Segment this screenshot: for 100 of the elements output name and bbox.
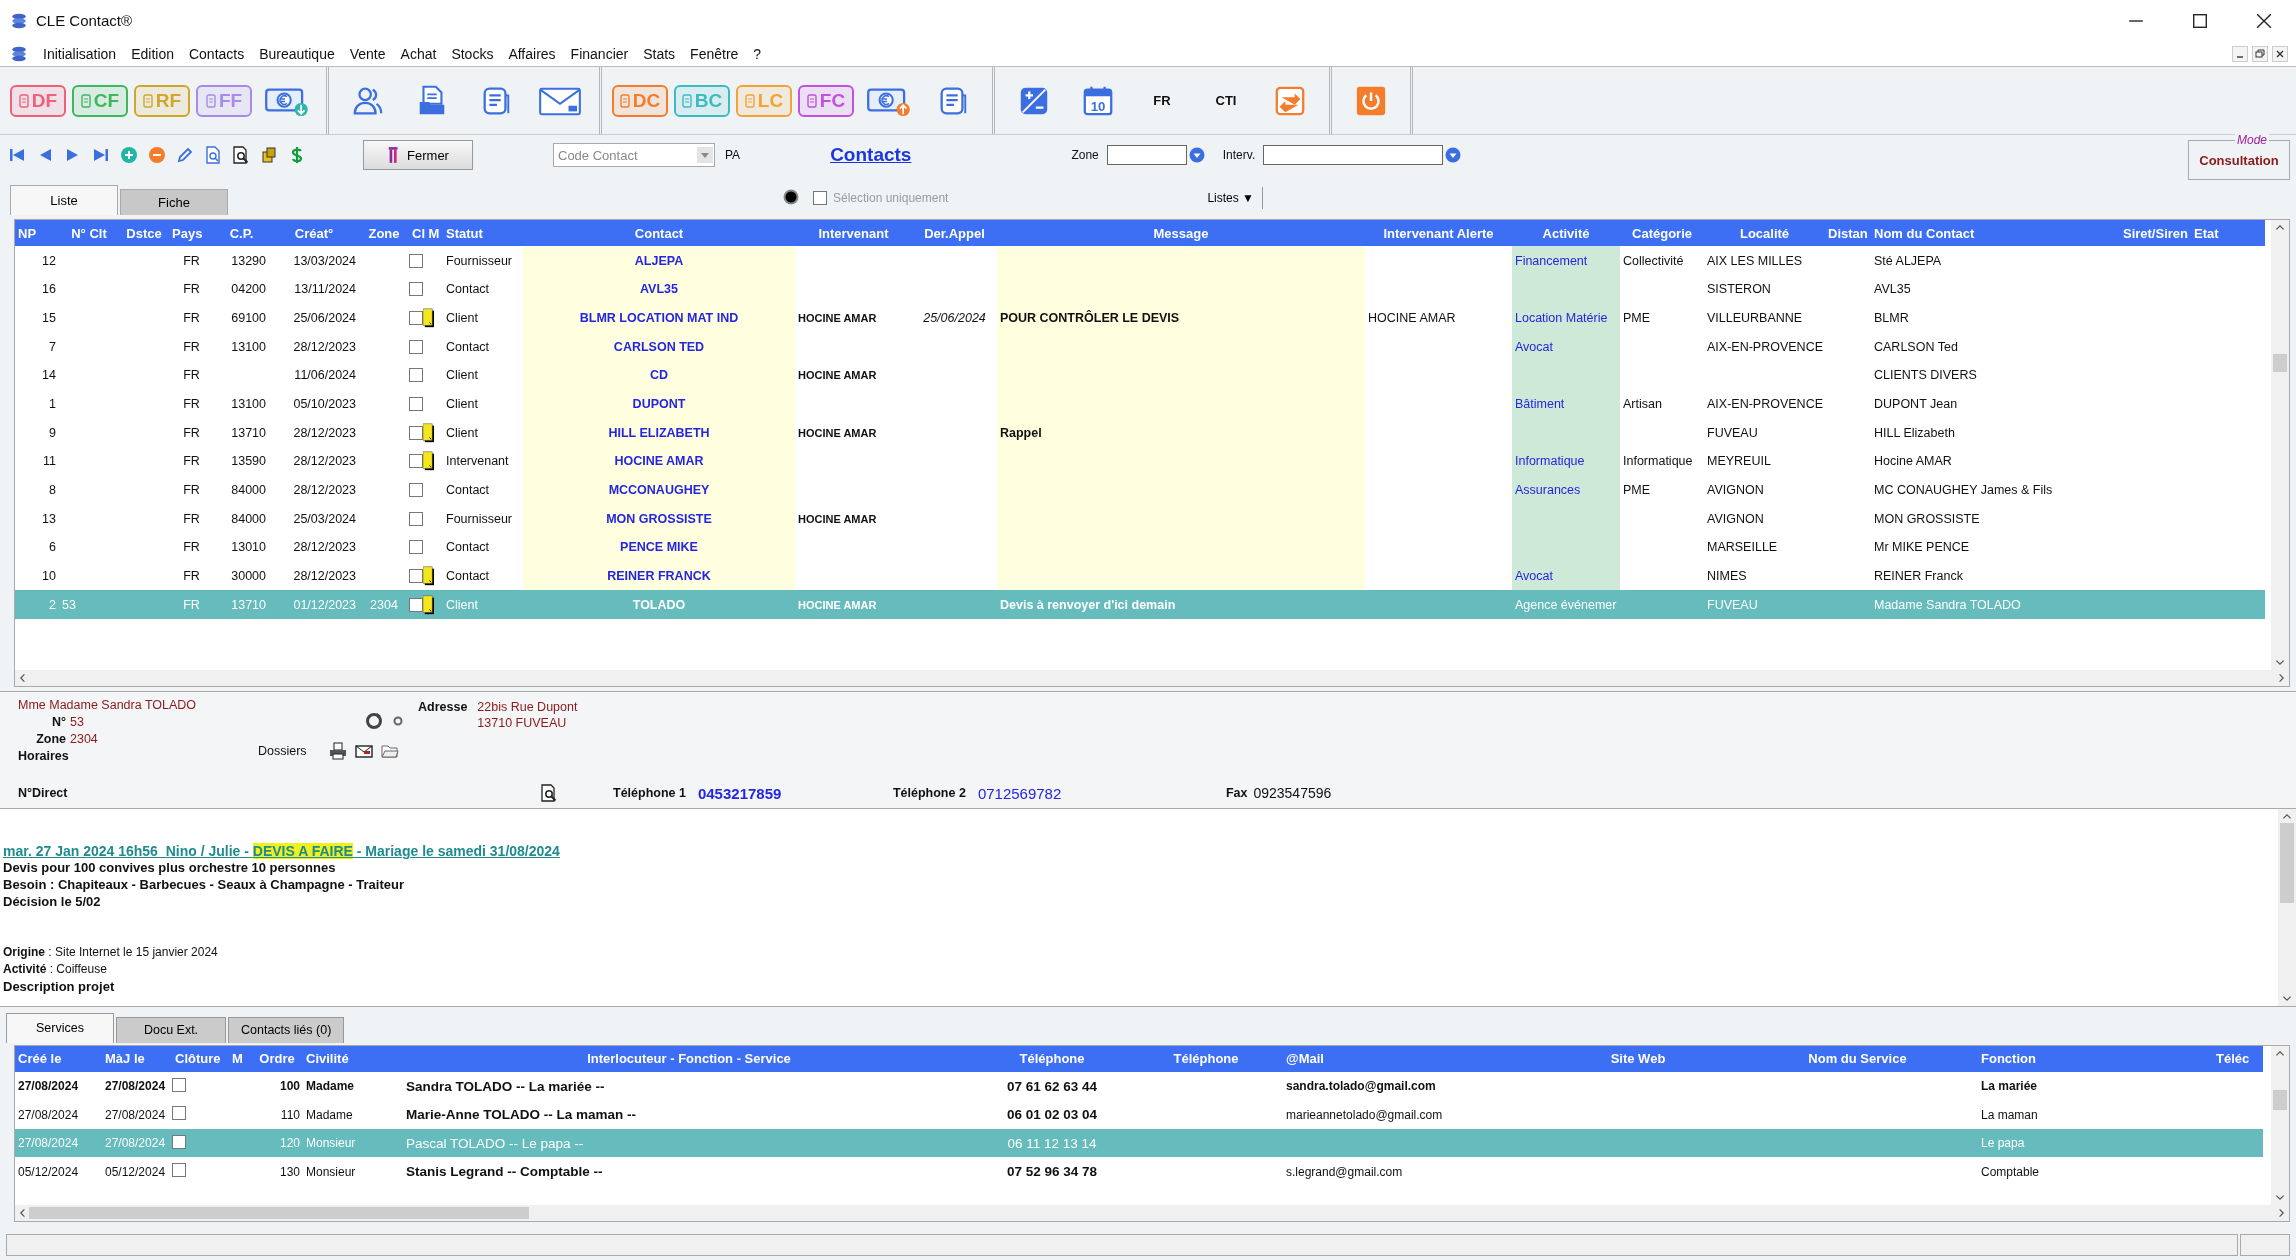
menu-item[interactable]: Initialisation — [43, 45, 117, 62]
column-header[interactable]: Créé le — [15, 1045, 102, 1072]
column-header[interactable]: Créat° — [269, 220, 359, 247]
scrollbar-thumb[interactable] — [29, 1207, 529, 1220]
memo-note-icon[interactable] — [423, 594, 434, 615]
calendar-button[interactable]: 10 — [1069, 74, 1127, 127]
closed-checkbox[interactable] — [409, 454, 423, 469]
document-search-icon[interactable] — [540, 784, 558, 802]
column-header[interactable]: Téléphone — [975, 1045, 1129, 1072]
scrollbar[interactable] — [2271, 1045, 2289, 1206]
closed-checkbox[interactable] — [172, 1077, 186, 1092]
phone-link[interactable]: 0712569782 — [977, 784, 1226, 802]
printer-icon[interactable] — [328, 742, 347, 760]
menu-item[interactable]: Affaires — [508, 45, 556, 62]
column-header[interactable]: Clôture — [172, 1045, 229, 1072]
folder-icon[interactable] — [380, 742, 399, 760]
column-header[interactable]: Ordre — [251, 1045, 303, 1072]
column-header[interactable]: NP — [15, 220, 59, 247]
closed-checkbox[interactable] — [409, 310, 423, 325]
note-heading-link[interactable]: mar. 27 Jan 2024 16h56 Nino / Julie - DEVIS A FAIRE - Mariage le samedi 31/08/2024 — [3, 843, 560, 859]
scrollbar-thumb[interactable] — [2280, 823, 2294, 903]
menu-item[interactable]: ? — [753, 45, 762, 62]
column-header[interactable]: Dstce — [119, 220, 169, 247]
scrollbar[interactable] — [2278, 809, 2296, 1007]
dropdown-icon[interactable] — [1445, 147, 1462, 164]
column-header[interactable]: MàJ le — [102, 1045, 172, 1072]
code-contact-field[interactable]: Code Contact — [554, 147, 697, 163]
column-header[interactable]: Cl M — [409, 220, 443, 247]
column-header[interactable]: Activité — [1512, 220, 1620, 247]
selected-row[interactable]: 27/08/2024 27/08/2024 120 Monsieur Pascal TOLADO -- Le papa -- 06 11 12 13 14 Le papa — [15, 1128, 2263, 1158]
intervenant-field[interactable] — [1263, 145, 1444, 166]
add-icon[interactable] — [120, 146, 138, 165]
menu-item[interactable]: Contacts — [188, 45, 245, 62]
remove-icon[interactable] — [148, 146, 166, 165]
code-contact-dropdown[interactable]: Code Contact — [553, 143, 715, 168]
column-header[interactable]: Intervenant Alerte — [1365, 220, 1512, 247]
closed-checkbox[interactable] — [409, 339, 423, 354]
phone-link[interactable]: 0453217859 — [697, 784, 893, 802]
memo-note-icon[interactable] — [423, 307, 434, 328]
column-header[interactable]: Message — [997, 220, 1365, 247]
column-header[interactable]: Contact — [523, 220, 795, 247]
column-header[interactable]: N° Clt — [59, 220, 119, 247]
column-header[interactable]: @Mail — [1283, 1045, 1539, 1072]
menu-item[interactable]: Fenêtre — [690, 45, 739, 62]
closed-checkbox[interactable] — [409, 597, 423, 612]
print-preview-icon[interactable] — [232, 146, 250, 165]
refresh-icon[interactable] — [365, 712, 383, 730]
memo-note-icon[interactable] — [423, 451, 434, 472]
menu-item[interactable]: Edition — [131, 45, 174, 62]
closed-checkbox[interactable] — [172, 1134, 186, 1149]
toolbar-button[interactable]: FR — [1133, 74, 1191, 127]
closed-checkbox[interactable] — [409, 396, 423, 411]
column-header[interactable]: Etat — [2191, 220, 2265, 247]
scrollbar[interactable] — [2271, 220, 2289, 670]
maximize-icon[interactable] — [2192, 12, 2208, 29]
pencil-icon[interactable] — [176, 146, 194, 165]
column-header[interactable]: Der.Appel — [912, 220, 997, 247]
closed-checkbox[interactable] — [409, 425, 423, 440]
closed-checkbox[interactable] — [409, 511, 423, 526]
column-header[interactable]: Pays — [169, 220, 214, 247]
column-header[interactable]: Téléc — [2213, 1045, 2263, 1072]
tab[interactable]: Docu Ext. — [116, 1016, 226, 1043]
column-header[interactable]: Nom du Contact — [1871, 220, 2113, 247]
document-badge-button[interactable]: DF — [10, 84, 66, 117]
menu-item[interactable]: Achat — [400, 45, 437, 62]
contacts-title-link[interactable]: Contacts — [830, 144, 912, 167]
column-header[interactable]: Intervenant — [795, 220, 912, 247]
scrollbar-thumb[interactable] — [2273, 1089, 2287, 1110]
column-header[interactable]: Téléphone — [1129, 1045, 1283, 1072]
closed-checkbox[interactable] — [409, 483, 423, 498]
menu-item[interactable]: Vente — [349, 45, 386, 62]
menu-item[interactable]: Bureautique — [259, 45, 335, 62]
menu-item[interactable]: Stocks — [451, 45, 494, 62]
column-header[interactable]: Zone — [359, 220, 409, 247]
closed-checkbox[interactable] — [409, 282, 423, 297]
column-header[interactable]: Statut — [443, 220, 523, 247]
closed-checkbox[interactable] — [409, 368, 423, 383]
menu-item[interactable]: Stats — [643, 45, 676, 62]
selected-row[interactable]: 2 53 FR 13710 01/12/2023 2304 Client TOLADO HOCINE AMAR Devis à renvoyer d'ici demain Agence événemer FUVEAU Madame Sandra TOLADO — [15, 590, 2265, 620]
column-header[interactable]: Civilité — [303, 1045, 403, 1072]
tab[interactable]: Services — [6, 1012, 114, 1043]
column-header[interactable]: Interlocuteur - Fonction - Service — [403, 1045, 975, 1072]
minimize-icon[interactable] — [2232, 45, 2248, 62]
menu-item[interactable]: Financier — [570, 45, 629, 62]
document-badge-button[interactable]: FF — [196, 84, 252, 117]
column-header[interactable]: Nom du Service — [1737, 1045, 1978, 1072]
scrollbar[interactable] — [15, 670, 2289, 686]
dropdown-icon[interactable] — [1188, 147, 1205, 164]
zone-field[interactable] — [1106, 145, 1187, 166]
column-header[interactable]: Catégorie — [1620, 220, 1704, 247]
closed-checkbox[interactable] — [172, 1163, 186, 1178]
column-header[interactable]: Localité — [1704, 220, 1825, 247]
column-header[interactable]: M — [229, 1045, 251, 1072]
lists-menu-button[interactable]: Listes ▼ — [1203, 187, 1263, 210]
document-badge-button[interactable]: FC — [798, 84, 854, 117]
column-header[interactable]: Site Web — [1539, 1045, 1737, 1072]
view-tab[interactable]: Fiche — [120, 189, 228, 216]
toolbar-button[interactable]: CTI — [1197, 74, 1255, 127]
close-icon[interactable] — [2256, 12, 2272, 29]
close-button[interactable]: Fermer — [363, 140, 473, 171]
